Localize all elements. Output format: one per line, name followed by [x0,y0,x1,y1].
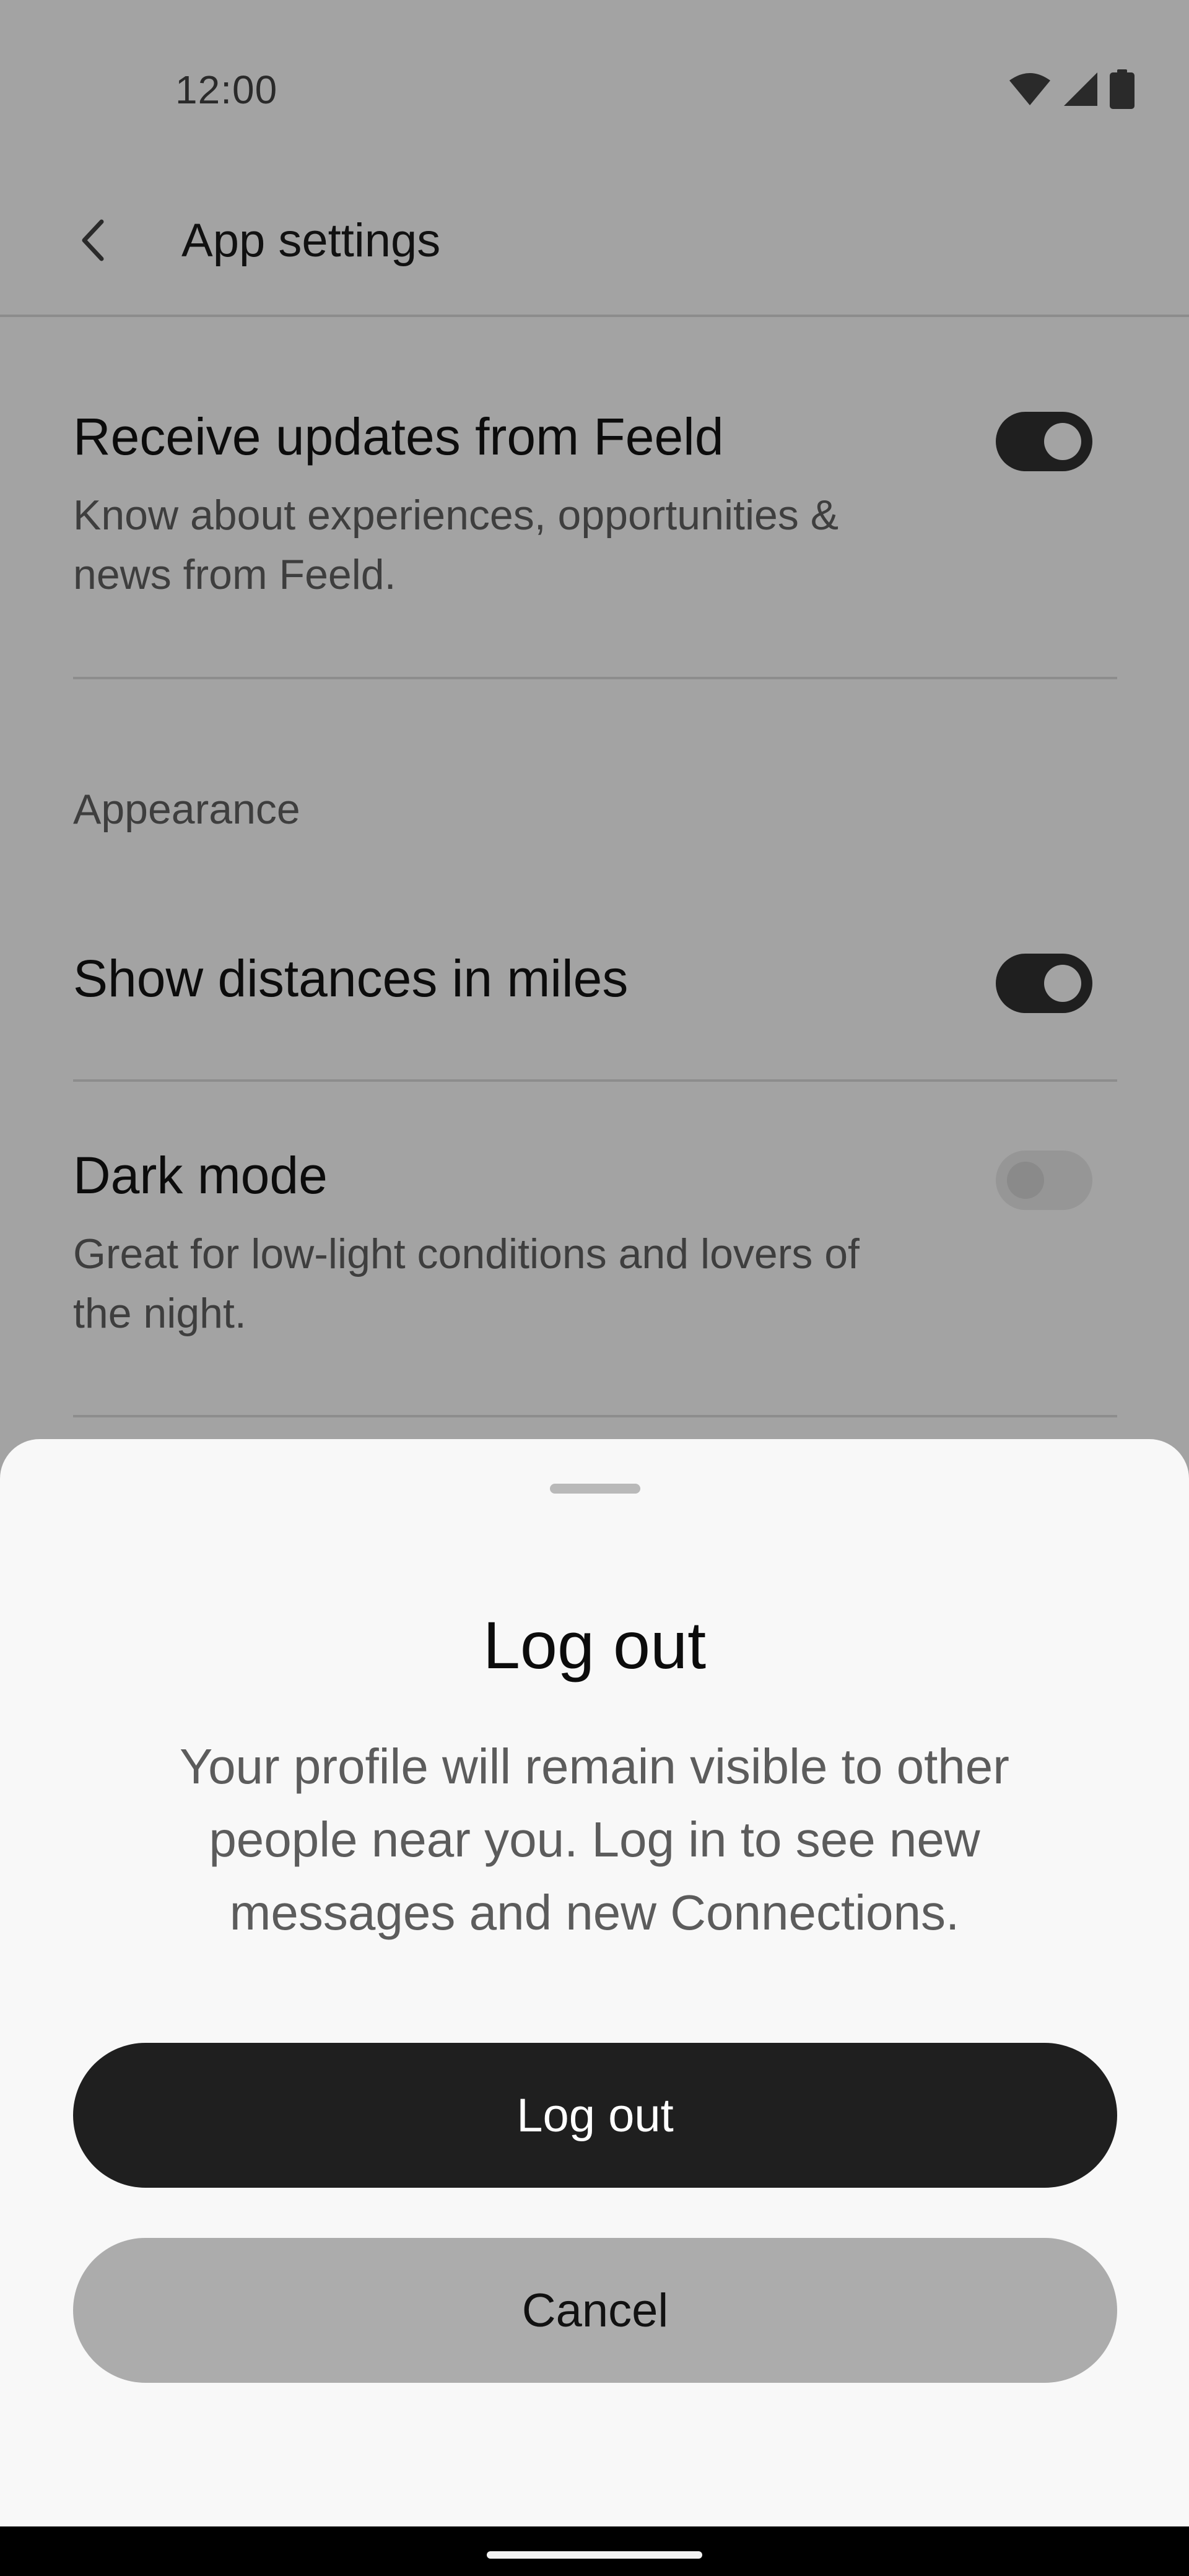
logout-bottom-sheet: Log out Your profile will remain visible… [0,1439,1189,2526]
toggle-knob [1044,965,1081,1002]
divider [73,677,1117,679]
setting-title: Receive updates from Feeld [73,407,724,466]
status-time: 12:00 [175,67,278,112]
system-navigation-bar [0,2526,1189,2576]
screen: 12:00 App settings Receive updates from … [0,0,1189,2576]
battery-icon [1110,69,1135,109]
back-button[interactable] [62,211,124,272]
section-label-appearance: Appearance [73,786,300,833]
sheet-drag-handle[interactable] [550,1484,640,1494]
page-title: App settings [181,214,441,267]
receive-updates-toggle[interactable] [996,412,1092,471]
status-icons [1008,69,1135,109]
setting-description: Great for low-light conditions and lover… [73,1230,860,1337]
setting-dark-mode: Dark mode Great for low-light conditions… [73,1144,1117,1343]
toggle-knob [1044,423,1081,460]
divider [73,1079,1117,1082]
sheet-message: Your profile will remain visible to othe… [180,1739,1009,1940]
cellular-signal-icon [1063,71,1099,107]
setting-title: Dark mode [73,1146,328,1204]
show-miles-toggle[interactable] [996,954,1092,1013]
status-bar: 12:00 [0,0,1189,186]
divider [73,1415,1117,1417]
setting-description: Know about experiences, opportunities & … [73,491,839,598]
log-out-button[interactable]: Log out [73,2043,1117,2188]
setting-title: Show distances in miles [73,949,629,1007]
wifi-icon [1008,72,1052,107]
setting-show-miles: Show distances in miles [73,947,1117,1010]
toggle-knob [1007,1162,1044,1199]
cancel-button[interactable]: Cancel [73,2238,1117,2383]
app-bar: App settings [0,186,1189,317]
sheet-title: Log out [482,1608,707,1682]
setting-receive-updates: Receive updates from Feeld Know about ex… [73,406,1117,604]
dark-mode-toggle[interactable] [996,1151,1092,1210]
home-gesture-handle[interactable] [487,2551,702,2559]
back-arrow-icon [78,218,108,266]
